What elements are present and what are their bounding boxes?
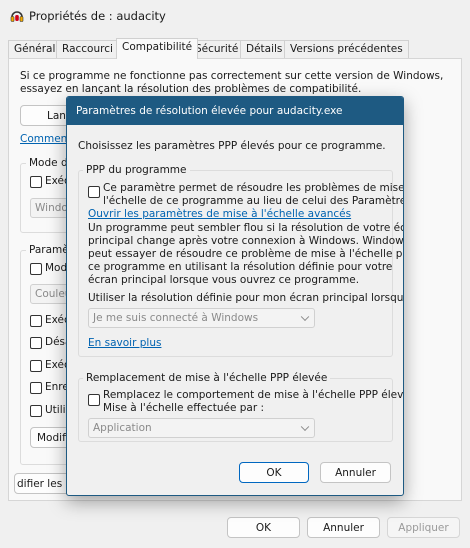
settings-legend: Paramè	[26, 244, 72, 256]
dpi-override-legend: Remplacement de mise à l'échelle PPP éle…	[83, 372, 331, 384]
ppp-program-legend: PPP du programme	[83, 164, 190, 176]
register-restart-checkbox[interactable]	[30, 382, 42, 394]
scaling-performed-by-select[interactable]: Application	[88, 418, 315, 438]
high-dpi-dialog: Paramètres de résolution élevée pour aud…	[66, 96, 404, 496]
ppp-desc-line-2: principal change après votre connexion à…	[88, 235, 404, 247]
dialog-title-bar: Paramètres de résolution élevée pour aud…	[67, 97, 403, 125]
tab-details[interactable]: Détails	[240, 40, 289, 58]
window-title-bar: Propriétés de : audacity	[0, 0, 470, 34]
dpi-override-checkbox[interactable]	[88, 394, 100, 406]
cancel-button[interactable]: Annuler	[307, 517, 380, 538]
run-as-admin-checkbox[interactable]	[30, 360, 42, 372]
advanced-scaling-link[interactable]: Ouvrir les paramètres de mise à l'échell…	[88, 208, 351, 221]
ppp-desc-line-5: écran principal lorsque vous ouvrez ce p…	[88, 274, 360, 286]
dialog-instruction: Choisissez les paramètres PPP élevés pou…	[78, 140, 386, 152]
ppp-desc-line-3: peut essayer de résoudre ce problème de …	[88, 248, 404, 260]
dialog-title: Paramètres de résolution élevée pour aud…	[76, 105, 343, 117]
window-title: Propriétés de : audacity	[29, 9, 166, 23]
ppp-program-checkbox[interactable]	[88, 186, 100, 198]
intro-line-1: Si ce programme ne fonctionne pas correc…	[20, 70, 444, 82]
run-640x480-checkbox[interactable]	[30, 315, 42, 327]
dialog-cancel-button[interactable]: Annuler	[320, 462, 391, 483]
dpi-override-checkbox-line-1: Remplacez le comportement de mise à l'éc…	[103, 389, 404, 401]
app-icon	[10, 9, 24, 23]
compat-mode-checkbox[interactable]	[30, 176, 42, 188]
reduced-color-checkbox[interactable]	[30, 263, 42, 275]
resolution-select[interactable]: Je me suis connecté à Windows	[88, 308, 315, 328]
apply-button[interactable]: Appliquer	[387, 517, 460, 538]
tab-previous-versions[interactable]: Versions précédentes	[284, 40, 409, 58]
ok-button[interactable]: OK	[227, 517, 300, 538]
tab-shortcut[interactable]: Raccourci	[56, 40, 119, 58]
intro-line-2: essayez en lançant la résolution des pro…	[20, 83, 362, 95]
ppp-program-checkbox-line-2: l'échelle de ce programme au lieu de cel…	[103, 195, 404, 207]
compat-mode-legend: Mode d	[26, 157, 71, 169]
ppp-desc-line-4: ce programme en utilisant la résolution …	[88, 261, 393, 273]
ppp-program-checkbox-line-1: Ce paramètre permet de résoudre les prob…	[103, 182, 404, 194]
disable-fullscreen-checkbox[interactable]	[30, 337, 42, 349]
manual-compatibility-link[interactable]: Comment	[20, 133, 71, 145]
learn-more-link[interactable]: En savoir plus	[88, 337, 161, 349]
tab-general[interactable]: Général	[8, 40, 62, 58]
legacy-icc-checkbox[interactable]	[30, 405, 42, 417]
chevron-down-icon	[300, 312, 310, 322]
dialog-ok-button[interactable]: OK	[239, 462, 309, 483]
dpi-override-checkbox-line-2: Mise à l'échelle effectuée par :	[103, 402, 265, 414]
resolution-select-label: Utiliser la résolution définie pour mon …	[88, 292, 404, 304]
tab-compatibility[interactable]: Compatibilité	[116, 38, 199, 59]
ppp-desc-line-1: Un programme peut sembler flou si la rés…	[88, 222, 404, 234]
chevron-down-icon	[300, 422, 310, 432]
